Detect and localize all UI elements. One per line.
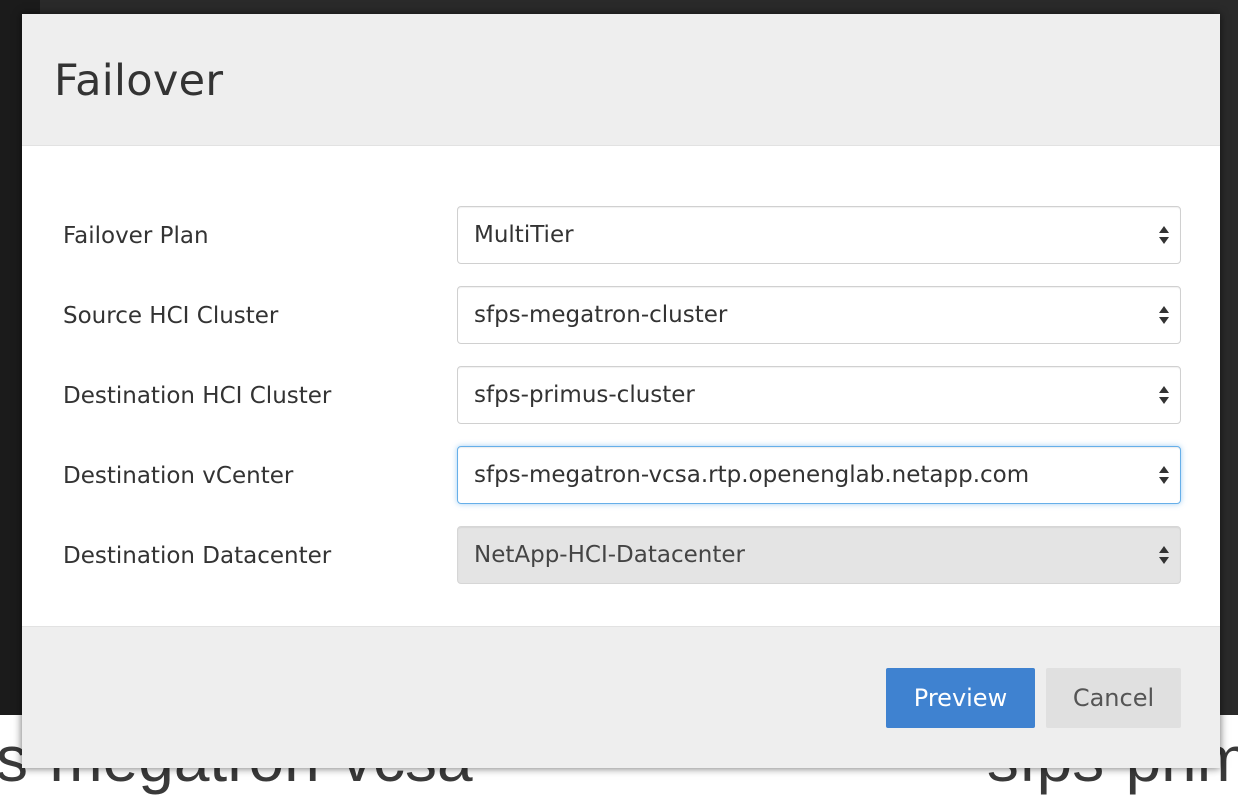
select-caret-icon: [1159, 466, 1169, 484]
destination-hci-cluster-label: Destination HCI Cluster: [63, 383, 332, 409]
destination-datacenter-label: Destination Datacenter: [63, 543, 332, 569]
select-caret-icon: [1159, 386, 1169, 404]
dialog-header: Failover: [22, 14, 1220, 146]
select-caret-icon: [1159, 306, 1169, 324]
select-caret-icon: [1159, 546, 1169, 564]
destination-hci-cluster-select[interactable]: sfps-primus-cluster: [457, 366, 1181, 424]
source-hci-cluster-select[interactable]: sfps-megatron-cluster: [457, 286, 1181, 344]
dialog-title: Failover: [54, 56, 224, 106]
dialog-body: Failover Plan MultiTier Source HCI Clust…: [22, 146, 1220, 626]
cancel-button[interactable]: Cancel: [1046, 668, 1181, 728]
dialog-footer: Preview Cancel: [22, 626, 1220, 768]
form-row-failover-plan: Failover Plan MultiTier: [22, 206, 1220, 266]
destination-vcenter-select[interactable]: sfps-megatron-vcsa.rtp.openenglab.netapp…: [457, 446, 1181, 504]
destination-hci-cluster-value: sfps-primus-cluster: [474, 382, 695, 408]
destination-datacenter-select: NetApp-HCI-Datacenter: [457, 526, 1181, 584]
source-hci-cluster-value: sfps-megatron-cluster: [474, 302, 728, 328]
failover-plan-select[interactable]: MultiTier: [457, 206, 1181, 264]
destination-datacenter-value: NetApp-HCI-Datacenter: [474, 542, 745, 568]
destination-vcenter-value: sfps-megatron-vcsa.rtp.openenglab.netapp…: [474, 462, 1030, 488]
failover-plan-label: Failover Plan: [63, 223, 209, 249]
form-row-destination-datacenter: Destination Datacenter NetApp-HCI-Datace…: [22, 526, 1220, 586]
form-row-destination-hci-cluster: Destination HCI Cluster sfps-primus-clus…: [22, 366, 1220, 426]
select-caret-icon: [1159, 226, 1169, 244]
form-row-source-hci-cluster: Source HCI Cluster sfps-megatron-cluster: [22, 286, 1220, 346]
preview-button[interactable]: Preview: [886, 668, 1035, 728]
failover-dialog: Failover Failover Plan MultiTier Source …: [22, 14, 1220, 768]
form-row-destination-vcenter: Destination vCenter sfps-megatron-vcsa.r…: [22, 446, 1220, 506]
destination-vcenter-label: Destination vCenter: [63, 463, 294, 489]
source-hci-cluster-label: Source HCI Cluster: [63, 303, 279, 329]
failover-plan-value: MultiTier: [474, 222, 574, 248]
